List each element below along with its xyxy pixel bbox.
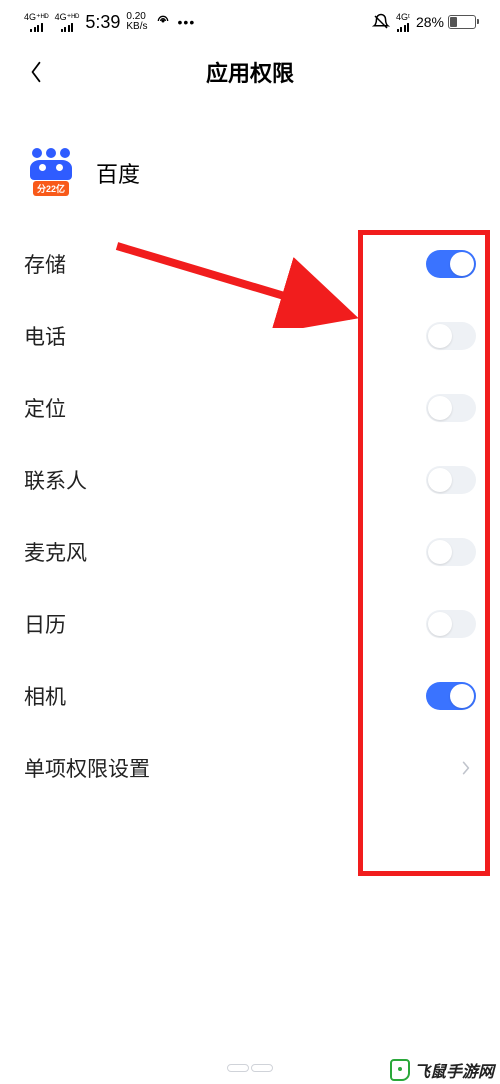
status-bar: 4G⁺ᴴᴰ 4G⁺ᴴᴰ 5:39 0.20 KB/s ••• 4Gᵗ	[0, 0, 500, 44]
status-time: 5:39	[85, 12, 120, 33]
toggle-contacts[interactable]	[426, 466, 476, 494]
status-right: 4Gᵗ 28%	[372, 13, 476, 32]
permission-label: 日历	[24, 609, 66, 639]
signal-1-label: 4G⁺ᴴᴰ	[24, 13, 49, 22]
signal-1: 4G⁺ᴴᴰ	[24, 13, 49, 32]
watermark-logo-icon	[390, 1059, 410, 1081]
toggle-storage[interactable]	[426, 250, 476, 278]
permission-row-contacts: 联系人	[24, 444, 476, 516]
signal-right-label: 4Gᵗ	[396, 13, 410, 22]
permission-row-calendar: 日历	[24, 588, 476, 660]
status-data-rate: 0.20 KB/s	[126, 12, 147, 32]
home-indicator[interactable]	[220, 1058, 280, 1078]
permission-label: 麦克风	[24, 537, 87, 567]
toggle-camera[interactable]	[426, 682, 476, 710]
permission-label: 存储	[24, 249, 66, 279]
permission-label: 定位	[24, 393, 66, 423]
app-info: 分22亿 百度	[0, 100, 500, 228]
toggle-phone[interactable]	[426, 322, 476, 350]
status-left: 4G⁺ᴴᴰ 4G⁺ᴴᴰ 5:39 0.20 KB/s •••	[24, 12, 195, 33]
permission-label: 单项权限设置	[24, 753, 150, 783]
page-title: 应用权限	[0, 56, 500, 88]
app-name: 百度	[96, 157, 140, 189]
signal-right: 4Gᵗ	[396, 13, 410, 32]
battery-indicator: 28%	[416, 14, 476, 30]
signal-bars-icon	[30, 22, 43, 32]
bell-off-icon	[372, 13, 390, 31]
permission-row-microphone: 麦克风	[24, 516, 476, 588]
watermark-text: 飞鼠手游网	[414, 1058, 494, 1082]
app-icon: 分22亿	[24, 146, 78, 200]
more-icon: •••	[178, 14, 196, 30]
battery-icon	[448, 15, 476, 29]
app-badge: 分22亿	[33, 181, 69, 196]
permission-label: 相机	[24, 681, 66, 711]
hotspot-icon	[154, 13, 172, 32]
toggle-location[interactable]	[426, 394, 476, 422]
permission-list: 存储 电话 定位 联系人 麦克风 日历 相机 单项权限设置	[0, 228, 500, 804]
permission-row-storage: 存储	[24, 228, 476, 300]
nav-header: 应用权限	[0, 44, 500, 100]
signal-2: 4G⁺ᴴᴰ	[55, 13, 80, 32]
signal-2-label: 4G⁺ᴴᴰ	[55, 13, 80, 22]
permission-row-phone: 电话	[24, 300, 476, 372]
permission-label: 电话	[24, 321, 66, 351]
signal-bars-icon	[397, 22, 410, 32]
watermark: 飞鼠手游网	[390, 1058, 494, 1082]
permission-row-detailed[interactable]: 单项权限设置	[24, 732, 476, 804]
permission-row-camera: 相机	[24, 660, 476, 732]
battery-percent: 28%	[416, 14, 444, 30]
permission-label: 联系人	[24, 465, 87, 495]
permission-row-location: 定位	[24, 372, 476, 444]
toggle-calendar[interactable]	[426, 610, 476, 638]
chevron-right-icon	[456, 758, 476, 778]
toggle-microphone[interactable]	[426, 538, 476, 566]
signal-bars-icon	[61, 22, 74, 32]
